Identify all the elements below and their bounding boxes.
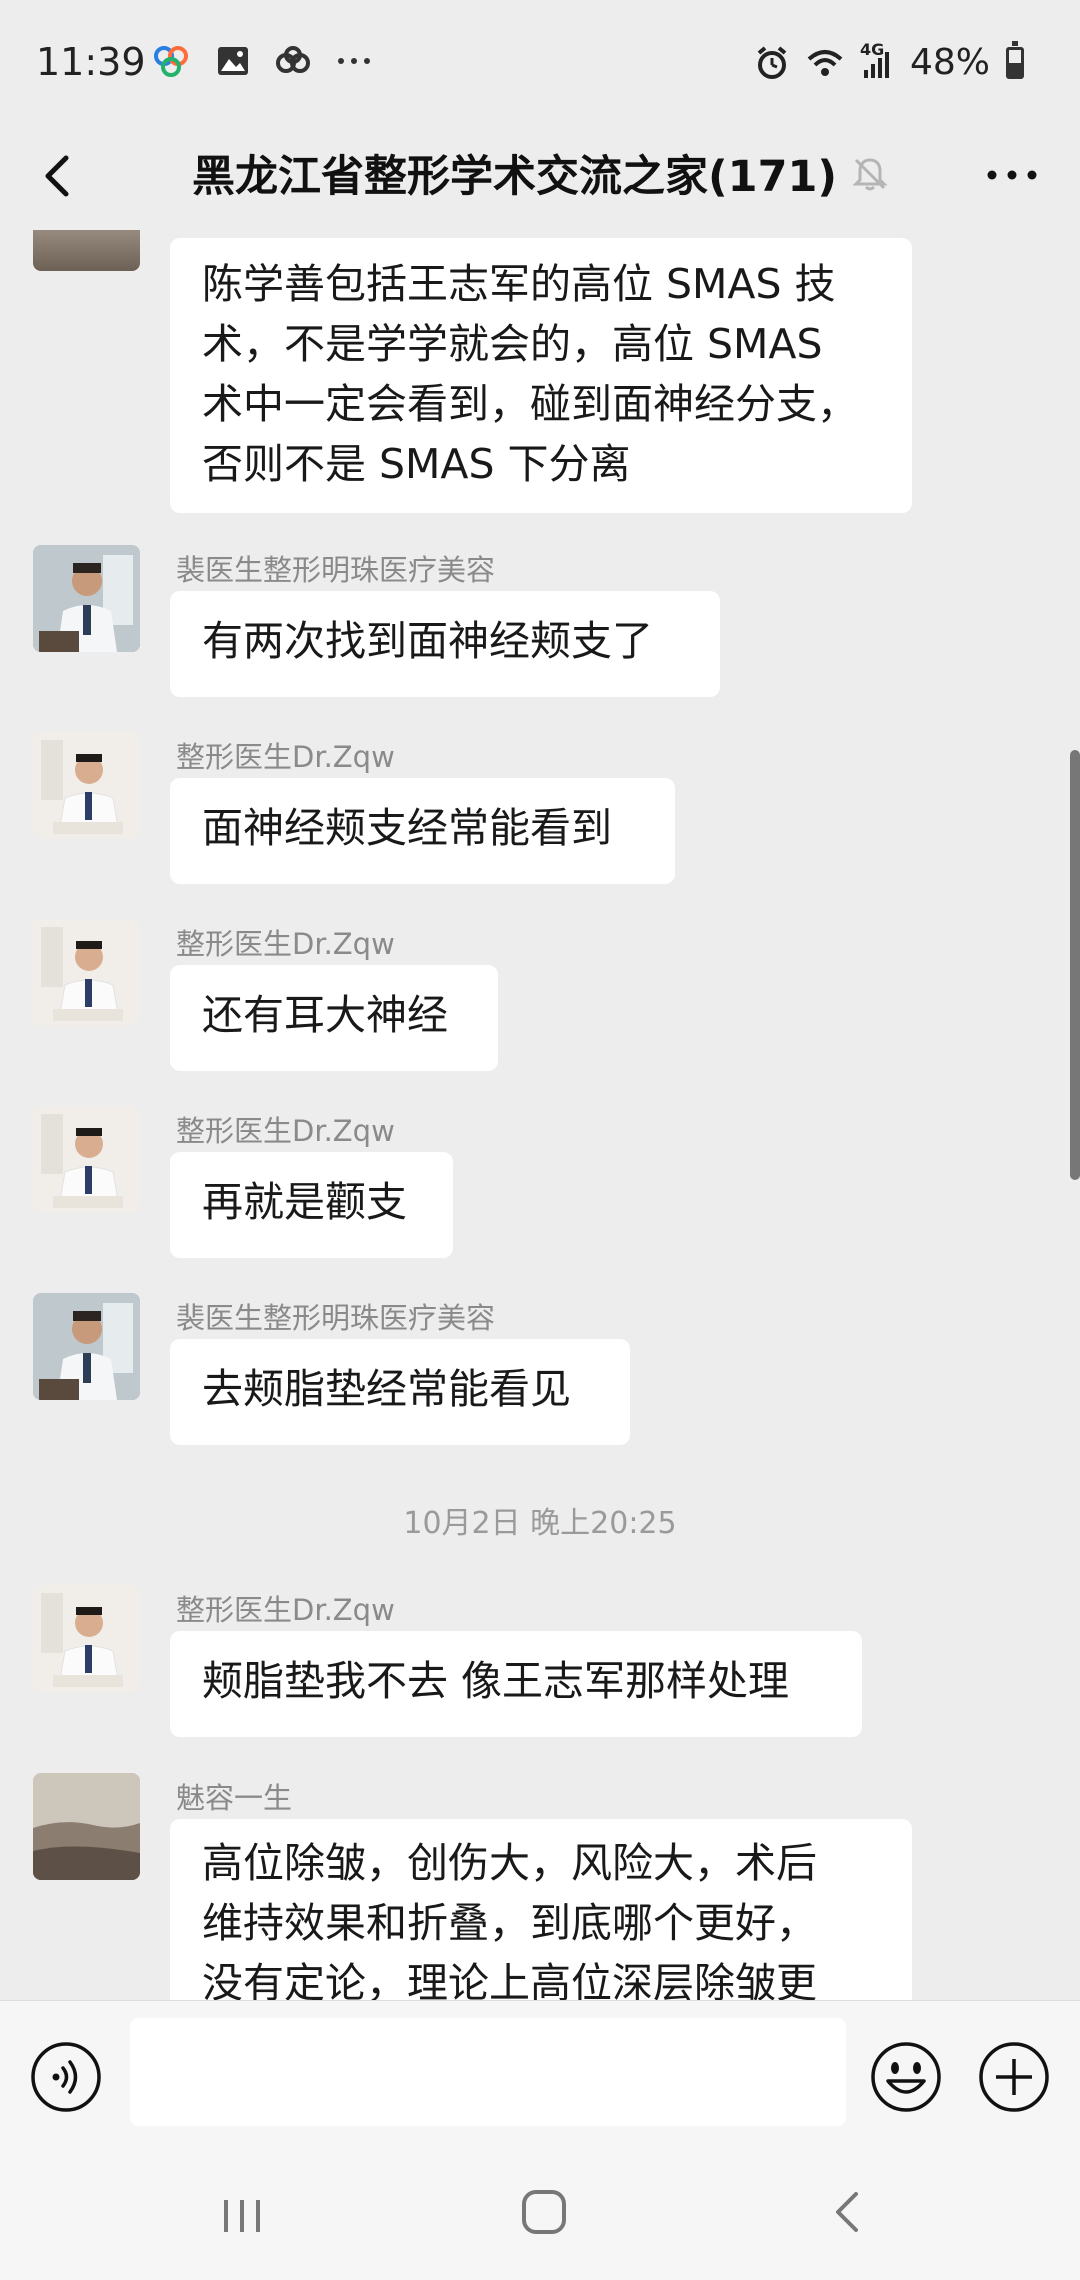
avatar[interactable] [33, 545, 140, 652]
avatar-image [33, 545, 140, 652]
message-bubble[interactable]: 陈学善包括王志军的高位 SMAS 技 术，不是学学就会的，高位 SMAS 术中一… [170, 238, 912, 513]
message-line: 术，不是学学就会的，高位 SMAS [202, 320, 823, 368]
message-line: 有两次找到面神经颊支了 [202, 617, 653, 665]
status-left-icons [152, 44, 372, 78]
avatar-image [33, 732, 140, 839]
sender-name: 裴医生整形明珠医疗美容 [176, 553, 496, 587]
message-input[interactable] [130, 2018, 846, 2126]
avatar[interactable] [33, 1585, 140, 1692]
avatar[interactable] [33, 230, 140, 271]
link-icon [276, 46, 310, 73]
message-line: 颊脂垫我不去 像王志军那样处理 [202, 1657, 790, 1705]
message-bubble[interactable]: 颊脂垫我不去 像王志军那样处理 [170, 1631, 862, 1737]
avatar[interactable] [33, 1106, 140, 1213]
home-icon[interactable] [520, 2188, 568, 2236]
chat-title: 黑龙江省整形学术交流之家(171) [192, 152, 838, 202]
scrollbar[interactable] [1070, 750, 1080, 1180]
app-icon [154, 46, 188, 77]
alarm-icon [757, 45, 787, 79]
input-bar [0, 2000, 1080, 2141]
message-bubble[interactable]: 去颊脂垫经常能看见 [170, 1339, 630, 1445]
bell-mute-icon [852, 158, 888, 191]
avatar[interactable] [33, 1293, 140, 1400]
message-line: 维持效果和折叠，到底哪个更好， [202, 1899, 817, 1947]
avatar-image [33, 1585, 140, 1692]
sender-name: 整形医生Dr.Zqw [176, 1114, 395, 1148]
message-line: 术中一定会看到，碰到面神经分支， [202, 380, 858, 428]
avatar-image [33, 1106, 140, 1213]
sender-name: 整形医生Dr.Zqw [176, 740, 395, 774]
sender-name: 魅容一生 [176, 1781, 293, 1815]
battery-icon [1006, 40, 1024, 79]
status-bar: 11:39 4G 48% [0, 0, 1080, 120]
image-icon [218, 47, 248, 75]
sender-name: 裴医生整形明珠医疗美容 [176, 1301, 496, 1335]
message-bubble[interactable]: 面神经颊支经常能看到 [170, 778, 675, 884]
message-list[interactable]: 陈学善包括王志军的高位 SMAS 技 术，不是学学就会的，高位 SMAS 术中一… [0, 230, 1080, 2000]
message-bubble[interactable]: 有两次找到面神经颊支了 [170, 591, 720, 697]
network-type: 4G [859, 39, 885, 59]
timestamp: 10月2日 晚上20:25 [403, 1506, 677, 1541]
system-nav-bar [0, 2140, 1080, 2280]
wifi-icon [807, 49, 843, 76]
avatar-image [33, 919, 140, 1026]
chat-header: 黑龙江省整形学术交流之家(171) [0, 120, 1080, 230]
more-dots-icon[interactable] [982, 150, 1042, 200]
avatar[interactable] [33, 919, 140, 1026]
status-time: 11:39 [36, 40, 146, 84]
message-line: 再就是颧支 [202, 1178, 407, 1226]
avatar[interactable] [33, 732, 140, 839]
voice-icon[interactable] [30, 2041, 102, 2113]
sender-name: 整形医生Dr.Zqw [176, 927, 395, 961]
avatar-image [33, 1773, 140, 1880]
sender-name: 整形医生Dr.Zqw [176, 1593, 395, 1627]
message-line: 还有耳大神经 [202, 991, 448, 1039]
more-dots-icon [338, 58, 370, 64]
avatar[interactable] [33, 1773, 140, 1880]
message-line: 高位除皱，创伤大，风险大，术后 [202, 1839, 817, 1887]
message-bubble[interactable]: 还有耳大神经 [170, 965, 498, 1071]
plus-icon[interactable] [978, 2041, 1050, 2113]
battery-level [1009, 63, 1021, 76]
message-bubble[interactable]: 再就是颧支 [170, 1152, 453, 1258]
avatar-image [33, 1293, 140, 1400]
recent-apps-icon[interactable] [220, 2196, 264, 2236]
message-line: 陈学善包括王志军的高位 SMAS 技 [202, 260, 836, 308]
message-line: 去颊脂垫经常能看见 [202, 1365, 571, 1413]
message-line: 面神经颊支经常能看到 [202, 804, 612, 852]
status-right: 4G 48% [754, 39, 1024, 83]
message-line: 没有定论，理论上高位深层除皱更 [202, 1959, 817, 2000]
message-bubble[interactable]: 高位除皱，创伤大，风险大，术后 维持效果和折叠，到底哪个更好， 没有定论，理论上… [170, 1819, 912, 2000]
chevron-left-icon[interactable] [30, 146, 90, 206]
battery-percent: 48% [909, 42, 990, 83]
message-line: 否则不是 SMAS 下分离 [202, 440, 631, 488]
back-icon[interactable] [828, 2190, 868, 2234]
emoji-icon[interactable] [870, 2041, 942, 2113]
